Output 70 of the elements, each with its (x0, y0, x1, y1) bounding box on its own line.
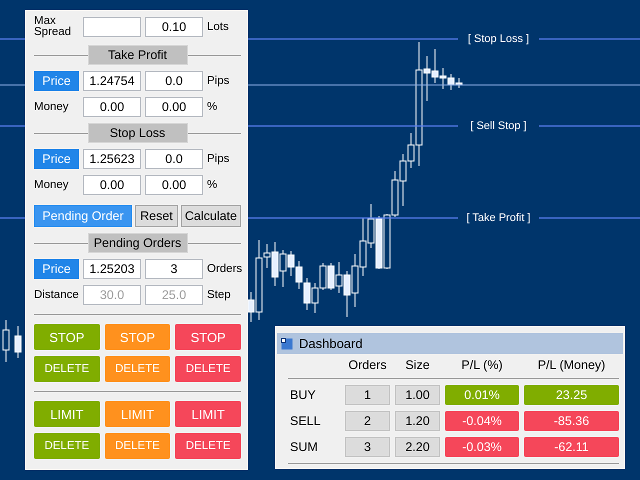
input-field[interactable]: 1.25623 (83, 149, 141, 169)
order-button[interactable]: DELETE (104, 433, 170, 459)
order-button[interactable]: DELETE (175, 356, 241, 382)
table-cell: 2.20 (395, 437, 440, 457)
price-button[interactable]: Price (34, 149, 79, 169)
candlestick (14, 326, 22, 358)
order-button[interactable]: DELETE (34, 356, 100, 382)
input-field[interactable]: 0.00 (83, 97, 141, 117)
action-button[interactable]: Pending Order (34, 205, 132, 227)
table-cell: 1.20 (395, 411, 440, 431)
table-cell: 23.25 (524, 385, 619, 405)
input-field[interactable]: 1.24754 (83, 71, 141, 91)
field-label: Max Spread (34, 16, 72, 38)
order-button[interactable]: LIMIT (175, 401, 241, 427)
section-header: Pending Orders (88, 233, 188, 253)
window-title: Dashboard (299, 336, 363, 351)
column-header: P/L (Money) (536, 357, 606, 372)
unit-label: % (207, 101, 218, 113)
order-button[interactable]: LIMIT (104, 401, 170, 427)
order-button[interactable]: DELETE (175, 433, 241, 459)
input-field[interactable]: 1.25203 (83, 259, 141, 279)
table-cell: 1.00 (395, 385, 440, 405)
level-label: [ Sell Stop ] (469, 119, 528, 133)
table-cell: -0.04% (445, 411, 519, 431)
input-field[interactable]: 0.0 (145, 149, 203, 169)
table-cell: -62.11 (524, 437, 619, 457)
table-cell: -85.36 (524, 411, 619, 431)
unit-label: Step (207, 289, 232, 301)
input-field[interactable] (83, 17, 141, 37)
table-cell: -0.03% (445, 437, 519, 457)
field-label: Money (34, 101, 70, 113)
window-icon (281, 338, 293, 350)
table-cell: 3 (345, 437, 390, 457)
order-button[interactable]: LIMIT (34, 401, 100, 427)
input-field[interactable]: 0.00 (145, 97, 203, 117)
order-button[interactable]: DELETE (104, 356, 170, 382)
input-field[interactable]: 0.0 (145, 71, 203, 91)
section-header: Stop Loss (88, 123, 188, 143)
column-header: P/L (%) (460, 357, 504, 372)
table-cell: 1 (345, 385, 390, 405)
section-header: Take Profit (88, 45, 188, 65)
order-button[interactable]: DELETE (34, 433, 100, 459)
unit-label: Pips (207, 75, 230, 87)
level-label: [ Take Profit ] (466, 211, 532, 225)
row-label: BUY (289, 388, 317, 402)
unit-label: % (207, 179, 218, 191)
unit-label: Orders (207, 263, 242, 275)
table-cell: 2 (345, 411, 390, 431)
table-cell: 0.01% (445, 385, 519, 405)
action-button[interactable]: Reset (135, 205, 178, 227)
row-label: SELL (289, 414, 322, 428)
price-button[interactable]: Price (34, 259, 79, 279)
unit-label: Lots (207, 21, 230, 33)
input-field[interactable]: 0.00 (83, 175, 141, 195)
column-header: Orders (347, 357, 388, 372)
order-button[interactable]: STOP (104, 324, 170, 350)
order-button[interactable]: STOP (175, 324, 241, 350)
action-button[interactable]: Calculate (180, 205, 241, 227)
input-field[interactable]: 0.00 (145, 175, 203, 195)
unit-label: Pips (207, 153, 230, 165)
field-label: Money (34, 179, 70, 191)
input-field[interactable]: 0.10 (145, 17, 203, 37)
field-label: Distance (34, 289, 79, 301)
price-button[interactable]: Price (34, 71, 79, 91)
level-label: [ Stop Loss ] (466, 32, 530, 46)
order-button[interactable]: STOP (34, 324, 100, 350)
candlestick (2, 320, 10, 362)
column-header: Size (404, 357, 431, 372)
row-label: SUM (289, 440, 319, 454)
input-field[interactable]: 3 (145, 259, 203, 279)
